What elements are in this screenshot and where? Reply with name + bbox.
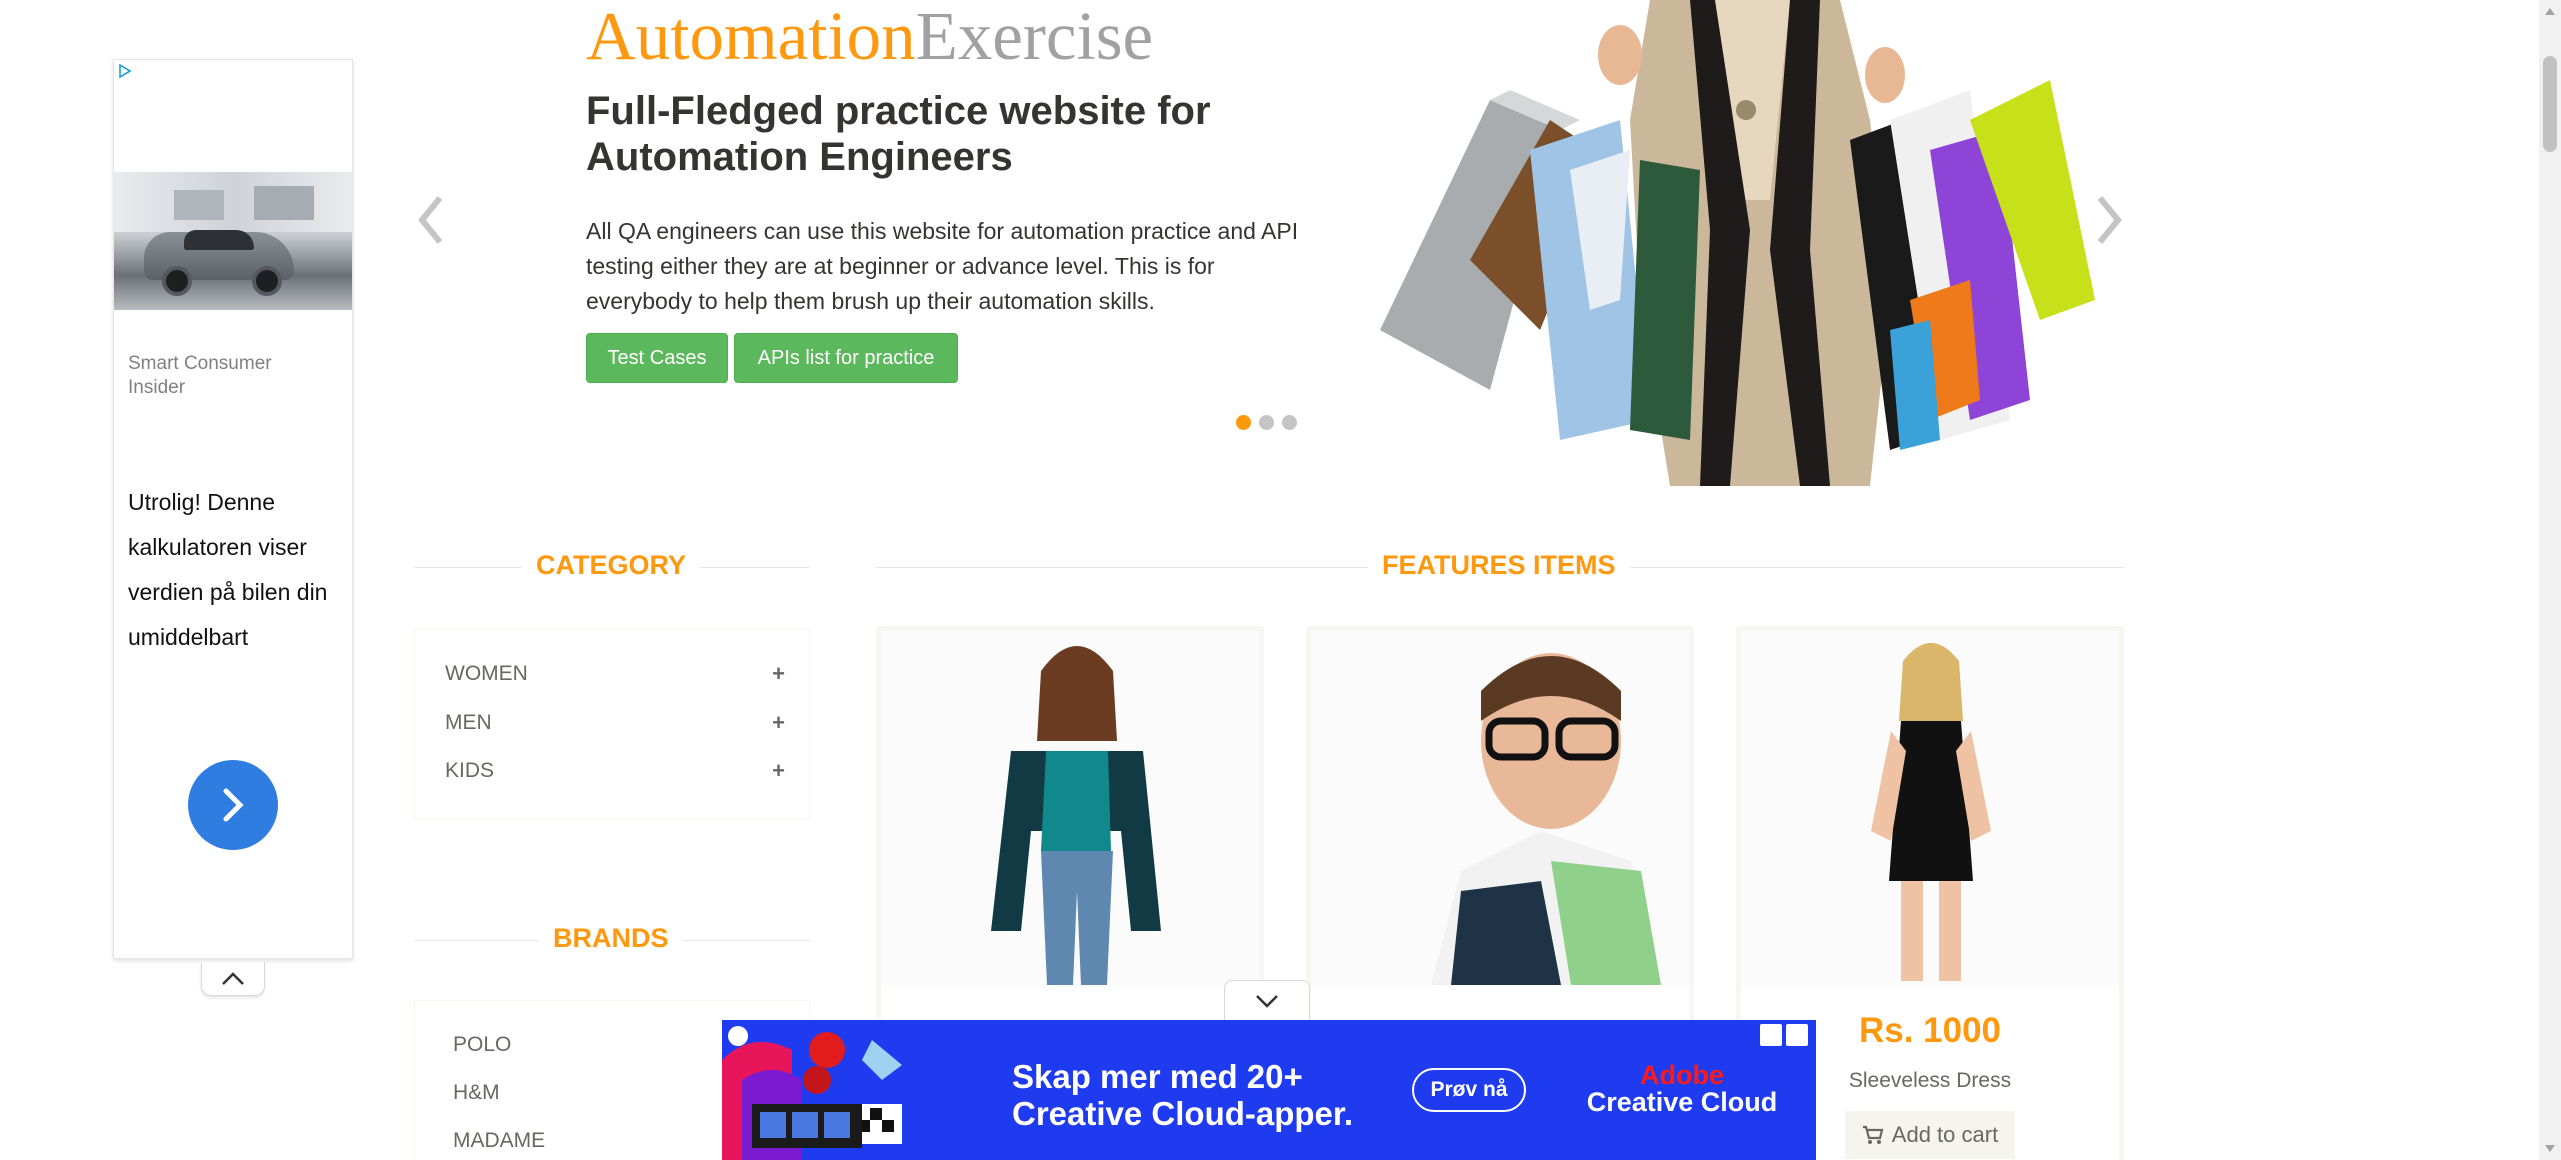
category-item-label: MEN	[445, 711, 492, 734]
apis-list-button[interactable]: APIs list for practice	[734, 333, 958, 383]
brand-item-hm[interactable]: H&M	[453, 1081, 500, 1105]
adobe-creative-cloud-logo: Adobe Creative Cloud	[1582, 1062, 1782, 1116]
plus-icon[interactable]: +	[772, 758, 785, 784]
ad-controls	[1760, 1024, 1808, 1046]
hero-description: All QA engineers can use this website fo…	[586, 218, 1299, 314]
carousel-indicators	[1236, 415, 1297, 430]
chevron-right-icon	[223, 788, 244, 822]
ad-car-image[interactable]	[114, 172, 352, 310]
ad-next-button[interactable]	[188, 760, 278, 850]
carousel-dot-2[interactable]	[1259, 415, 1274, 430]
ad-headline[interactable]: Utrolig! Denne kalkulatoren viser verdie…	[128, 480, 346, 660]
site-logo[interactable]: AutomationExercise	[586, 0, 1153, 72]
plus-icon[interactable]: +	[772, 710, 785, 736]
category-panel: WOMEN + MEN + KIDS +	[414, 628, 810, 820]
ad-source-label[interactable]: Smart Consumer Insider	[128, 352, 328, 400]
chevron-up-icon	[222, 971, 244, 985]
page: Smart Consumer Insider Utrolig! Denne ka…	[0, 0, 2561, 1160]
ad-creative-art-image	[722, 1020, 1002, 1160]
category-item-label: WOMEN	[445, 662, 528, 685]
ad-brand-line-1: Adobe	[1640, 1060, 1724, 1090]
page-scrollbar[interactable]	[2539, 0, 2561, 1160]
scroll-up-icon[interactable]	[2545, 8, 2555, 15]
side-ad-collapse-button[interactable]	[201, 962, 265, 996]
bottom-advertisement[interactable]: Skap mer med 20+ Creative Cloud-apper. P…	[722, 1020, 1816, 1160]
logo-part-1: Automation	[586, 0, 916, 74]
carousel-dot-1[interactable]	[1236, 415, 1251, 430]
brands-title: BRANDS	[539, 923, 683, 954]
side-advertisement[interactable]: Smart Consumer Insider Utrolig! Denne ka…	[113, 59, 353, 959]
category-item-kids[interactable]: KIDS +	[445, 758, 785, 784]
product-image[interactable]	[1311, 631, 1689, 985]
category-item-women[interactable]: WOMEN +	[445, 661, 785, 687]
ad-try-now-button[interactable]: Prøv nå	[1412, 1068, 1526, 1112]
add-to-cart-button[interactable]: Add to cart	[1845, 1111, 2015, 1159]
product-image[interactable]	[881, 631, 1259, 985]
category-item-men[interactable]: MEN +	[445, 710, 785, 736]
carousel-dot-3[interactable]	[1282, 415, 1297, 430]
carousel-prev-icon[interactable]	[412, 190, 452, 250]
brand-item-polo[interactable]: POLO	[453, 1033, 511, 1057]
adchoices-icon[interactable]	[118, 64, 132, 78]
more-options-icon[interactable]	[1786, 1024, 1808, 1046]
scroll-thumb[interactable]	[2543, 56, 2557, 152]
plus-icon[interactable]: +	[772, 661, 785, 687]
features-title: FEATURES ITEMS	[1368, 550, 1630, 581]
category-item-label: KIDS	[445, 759, 495, 782]
product-image[interactable]	[1741, 631, 2119, 985]
chevron-down-icon	[1256, 994, 1278, 1008]
scroll-down-icon[interactable]	[2545, 1145, 2555, 1152]
ad-brand-line-2: Creative Cloud	[1586, 1087, 1778, 1117]
hero-shopping-girl-image	[1380, 0, 2095, 486]
adchoices-icon[interactable]	[1760, 1024, 1782, 1046]
logo-part-2: Exercise	[915, 0, 1154, 74]
test-cases-button[interactable]: Test Cases	[586, 333, 728, 383]
brand-item-madame[interactable]: MADAME	[453, 1129, 545, 1153]
shopping-cart-icon	[1862, 1125, 1884, 1144]
ad-privacy-badge-icon[interactable]	[728, 1026, 748, 1046]
hero-title: Full-Fledged practice website for Automa…	[586, 89, 1211, 179]
bottom-ad-collapse-button[interactable]	[1224, 980, 1310, 1020]
category-title: CATEGORY	[522, 550, 701, 581]
add-to-cart-label: Add to cart	[1891, 1122, 1999, 1147]
ad-headline: Skap mer med 20+ Creative Cloud-apper.	[1012, 1058, 1354, 1132]
